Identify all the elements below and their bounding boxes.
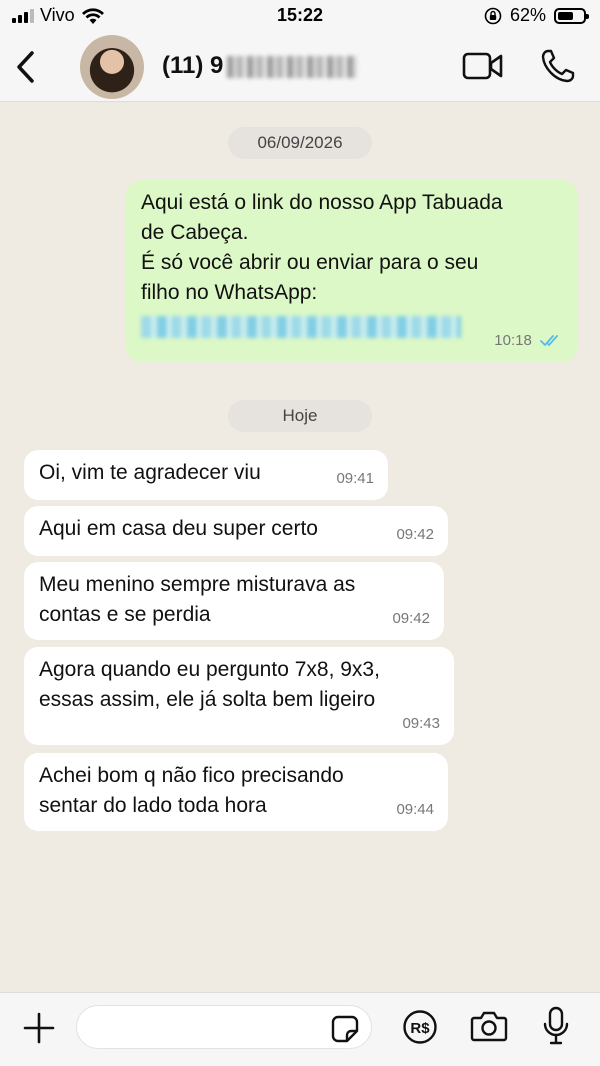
camera-icon[interactable] (470, 1009, 508, 1043)
message-line: Oi, vim te agradecer viu (39, 461, 261, 484)
payment-icon[interactable]: R$ (402, 1009, 438, 1045)
incoming-message[interactable]: Agora quando eu pergunto 7x8, 9x3, essas… (24, 647, 454, 745)
outgoing-message[interactable]: Aqui está o link do nosso App Tabuada de… (126, 180, 578, 362)
message-line: Agora quando eu pergunto 7x8, 9x3, (39, 658, 380, 681)
payment-label: R$ (410, 1020, 430, 1037)
message-input[interactable] (76, 1005, 372, 1049)
message-time: 09:43 (402, 715, 440, 732)
message-time: 10:18 (494, 326, 564, 356)
incoming-message[interactable]: Meu menino sempre misturava as contas e … (24, 562, 444, 640)
plus-icon[interactable] (22, 1011, 56, 1045)
date-label: 06/09/2026 (257, 133, 343, 152)
date-separator: 06/09/2026 (228, 127, 372, 159)
message-line: essas assim, ele já solta bem ligeiro (39, 688, 376, 711)
chat-header: (11) 9 (0, 32, 600, 102)
composer-bar: R$ (0, 992, 600, 1066)
message-line: Meu menino sempre misturava as (39, 573, 356, 596)
battery-icon (554, 7, 589, 24)
double-check-icon (540, 335, 558, 346)
message-line: Aqui em casa deu super certo (39, 517, 318, 540)
date-separator-today: Hoje (228, 400, 372, 432)
payment-circle: R$ (403, 1010, 437, 1044)
back-chevron-icon[interactable] (10, 48, 42, 86)
sticker-icon[interactable] (330, 1014, 360, 1044)
message-time-text: 10:18 (494, 332, 532, 349)
microphone-icon[interactable] (542, 1006, 570, 1046)
incoming-message[interactable]: Achei bom q não fico precisando sentar d… (24, 753, 448, 831)
message-line: contas e se perdia (39, 603, 211, 626)
rotation-lock-icon (484, 7, 502, 24)
message-line: É só você abrir ou enviar para o seu (141, 251, 479, 274)
message-line: de Cabeça. (141, 221, 249, 244)
message-line: filho no WhatsApp: (141, 281, 318, 304)
incoming-message[interactable]: Oi, vim te agradecer viu 09:41 (24, 450, 388, 500)
status-right: 62% (484, 5, 589, 26)
message-line: sentar do lado toda hora (39, 794, 267, 817)
message-time: 09:41 (336, 470, 374, 487)
contact-name-text: (11) 9 (162, 52, 224, 79)
message-time: 09:42 (396, 526, 434, 543)
phone-icon[interactable] (540, 48, 576, 84)
contact-name[interactable]: (11) 9 (162, 52, 358, 80)
redacted-digits (227, 55, 358, 78)
message-time: 09:42 (392, 610, 430, 627)
video-call-icon[interactable] (462, 51, 504, 81)
redacted-link[interactable] (141, 316, 461, 338)
avatar[interactable] (80, 35, 144, 99)
message-line: Aqui está o link do nosso App Tabuada (141, 191, 503, 214)
incoming-message[interactable]: Aqui em casa deu super certo 09:42 (24, 506, 448, 556)
message-line: Achei bom q não fico precisando (39, 764, 344, 787)
battery-fill (558, 11, 573, 20)
date-label: Hoje (282, 406, 318, 425)
battery-percent: 62% (509, 5, 546, 25)
message-time: 09:44 (396, 801, 434, 818)
status-bar: Vivo 15:22 62% (0, 0, 600, 32)
